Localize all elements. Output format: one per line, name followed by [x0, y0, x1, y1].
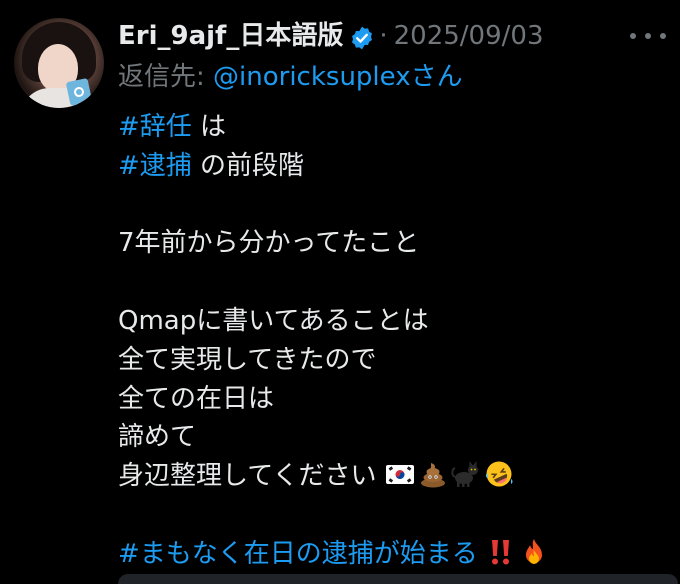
body-line: #辞任 は — [118, 108, 668, 147]
double-exclamation-icon — [486, 537, 516, 567]
body-text: の前段階 — [191, 150, 305, 181]
reply-to: 返信先: @inoricksuplexさん — [118, 58, 463, 96]
tweet: Eri_9ajf_日本語版 · 2025/09/03 返信先: @inorick… — [0, 0, 680, 584]
reply-composer-edge — [118, 574, 678, 584]
poop-icon — [418, 459, 448, 489]
reply-to-suffix: さん — [410, 62, 463, 92]
hashtag-link[interactable]: #まもなく在日の逮捕が始まる — [118, 539, 478, 569]
body-line: 7年前から分かってたこと — [118, 224, 668, 263]
tweet-header: Eri_9ajf_日本語版 · 2025/09/03 — [118, 16, 543, 56]
hashtag-link[interactable]: #逮捕 — [118, 151, 192, 181]
body-text: 全ての在日は — [118, 383, 275, 414]
avatar-badge — [65, 77, 93, 107]
body-text: 全て実現してきたので — [118, 344, 377, 375]
body-text: 7年前から分かってたこと — [118, 228, 420, 259]
rofl-face-icon — [484, 459, 514, 489]
body-text: Qmapに書いてあることは — [118, 305, 429, 336]
author-name[interactable]: Eri_9ajf_日本語版 — [118, 16, 343, 56]
body-line: 身辺整理してください — [118, 457, 668, 496]
more-dot — [630, 33, 636, 39]
more-dot — [660, 33, 666, 39]
hashtag-link[interactable]: #辞任 — [118, 112, 192, 142]
verified-badge-icon — [349, 23, 375, 50]
body-text: 諦めて — [118, 422, 197, 453]
body-line: 全て実現してきたので — [118, 341, 668, 380]
body-line: #逮捕 の前段階 — [118, 147, 668, 186]
header-separator: · — [379, 21, 388, 51]
avatar[interactable] — [14, 18, 104, 108]
tweet-body: #辞任 は #逮捕 の前段階 7年前から分かってたこと Qmapに書いてあること… — [118, 108, 668, 574]
body-line: 全ての在日は — [118, 380, 668, 419]
body-line: 諦めて — [118, 418, 668, 457]
more-options-icon[interactable] — [630, 28, 666, 44]
reply-to-handle[interactable]: @inoricksuplex — [213, 62, 411, 92]
body-line: Qmapに書いてあることは — [118, 302, 668, 341]
tweet-date[interactable]: 2025/09/03 — [394, 16, 544, 56]
fire-icon — [519, 537, 549, 567]
body-line: #まもなく在日の逮捕が始まる — [118, 535, 668, 574]
black-cat-icon — [451, 459, 481, 489]
more-dot — [645, 33, 651, 39]
body-text: 身辺整理してください — [118, 461, 377, 492]
korea-flag-icon — [385, 459, 415, 489]
body-text: は — [191, 112, 227, 142]
reply-to-label: 返信先: — [118, 62, 205, 92]
